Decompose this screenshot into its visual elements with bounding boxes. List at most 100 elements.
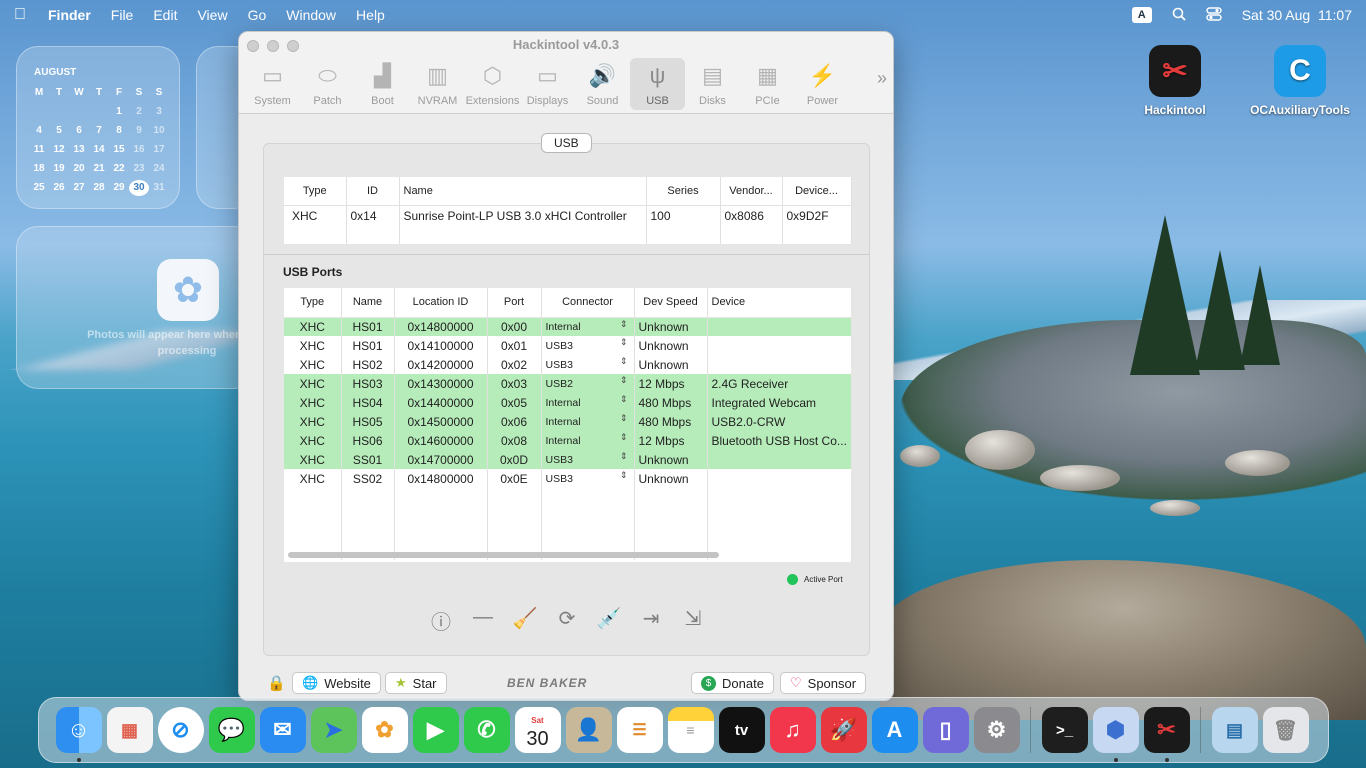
connector-select[interactable]: USB3 ⇕ xyxy=(541,336,635,355)
table-row[interactable]: XHC HS01 0x14800000 0x00 Internal ⇕ Unknown xyxy=(284,317,851,336)
info-icon[interactable]: ⓘ xyxy=(427,606,455,635)
column-header[interactable]: Device... xyxy=(782,177,852,206)
menu-finder[interactable]: Finder xyxy=(48,7,91,23)
horizontal-scrollbar[interactable] xyxy=(288,552,719,558)
import-icon[interactable]: ⇥ xyxy=(637,606,665,635)
column-header[interactable]: Type xyxy=(284,177,347,206)
connector-select[interactable]: Internal ⇕ xyxy=(541,431,635,450)
table-row[interactable]: XHC HS02 0x14200000 0x02 USB3 ⇕ Unknown xyxy=(284,355,851,374)
refresh-icon[interactable]: ⟳ xyxy=(553,606,581,635)
table-row[interactable]: XHC HS01 0x14100000 0x01 USB3 ⇕ Unknown xyxy=(284,336,851,355)
dock-finder[interactable]: ☺ xyxy=(53,705,104,762)
clean-broom-icon[interactable]: 🧹 xyxy=(511,606,539,635)
connector-select[interactable]: USB3 ⇕ xyxy=(541,450,635,469)
dock-reminders[interactable]: ☰ xyxy=(614,705,665,756)
desktop-icon-ocauxiliarytools[interactable]: C OCAuxiliaryTools xyxy=(1240,45,1360,117)
connector-select[interactable]: USB3 ⇕ xyxy=(541,355,635,374)
table-row[interactable]: XHC HS04 0x14400000 0x05 Internal ⇕ 480 Mbps In… xyxy=(284,393,851,412)
dock-trash[interactable]: 🗑 xyxy=(1260,705,1311,756)
tab-boot[interactable]: ▟ Boot xyxy=(355,58,410,110)
menu-help[interactable]: Help xyxy=(356,7,385,23)
table-row[interactable]: XHC 0x14 Sunrise Point-LP USB 3.0 xHCI Con… xyxy=(284,205,852,244)
table-row[interactable]: XHC SS01 0x14700000 0x0D USB3 ⇕ Unknown xyxy=(284,450,851,469)
dock-safari[interactable]: ⊘ xyxy=(155,705,206,756)
table-row[interactable]: XHC HS03 0x14300000 0x03 USB2 ⇕ 12 Mbps 2.4G Re… xyxy=(284,374,851,393)
connector-select[interactable]: USB3 ⇕ xyxy=(541,469,635,488)
usb-ports-table[interactable]: Type Name Location ID Port Connector Dev Spee… xyxy=(284,288,851,560)
table-row[interactable]: XHC SS02 0x14800000 0x0E USB3 ⇕ Unknown xyxy=(284,469,851,488)
dock-messages[interactable]: 💬 xyxy=(206,705,257,756)
desktop-icon-hackintool[interactable]: ✂ Hackintool xyxy=(1115,45,1235,117)
menu-edit[interactable]: Edit xyxy=(153,7,177,23)
tab-extensions[interactable]: ⬡ Extensions xyxy=(465,58,520,110)
tab-pcie[interactable]: ▦ PCIe xyxy=(740,58,795,110)
menu-go[interactable]: Go xyxy=(248,7,267,23)
controllers-table[interactable]: Type ID Name Series Vendor... Device... XHC 0x… xyxy=(284,177,852,244)
tab-displays[interactable]: ▭ Displays xyxy=(520,58,575,110)
input-source-badge[interactable]: A xyxy=(1131,7,1152,23)
control-center-icon[interactable] xyxy=(1206,6,1222,24)
column-header[interactable]: Location ID xyxy=(394,288,488,318)
dock-facetime[interactable]: ▶ xyxy=(410,705,461,756)
website-button[interactable]: 🌐 Website xyxy=(292,672,381,694)
dock-system-settings[interactable]: ⚙ xyxy=(971,705,1022,756)
dock-downloads-stack[interactable]: ▤ xyxy=(1209,705,1260,756)
photos-widget[interactable]: ✿ Photos will appear here when finished … xyxy=(16,226,287,389)
dock-apple-tv[interactable]: tv xyxy=(716,705,767,756)
dock-app-store[interactable]: A xyxy=(869,705,920,756)
connector-select[interactable]: USB2 ⇕ xyxy=(541,374,635,393)
column-header[interactable]: Series xyxy=(646,177,721,206)
spotlight-search-icon[interactable] xyxy=(1172,7,1186,24)
column-header[interactable]: Port xyxy=(487,288,542,318)
apple-menu-icon[interactable]:  xyxy=(14,6,26,24)
dock-opencore-configurator[interactable]: ⬢ xyxy=(1090,705,1141,762)
clock-datetime[interactable]: Sat 30 Aug 11:07 xyxy=(1242,7,1352,23)
column-header[interactable]: Dev Speed xyxy=(634,288,708,318)
column-header[interactable]: Name xyxy=(399,177,647,206)
dock-notes[interactable]: ≡ xyxy=(665,705,716,756)
donate-button[interactable]: $ Donate xyxy=(691,672,774,694)
dock-hackintool[interactable]: ✂ xyxy=(1141,705,1192,762)
dock-terminal[interactable]: >_ xyxy=(1039,705,1090,756)
tab-system[interactable]: ▭ System xyxy=(245,58,300,110)
connector-select[interactable]: Internal ⇕ xyxy=(541,393,635,412)
tab-disks[interactable]: ▤ Disks xyxy=(685,58,740,110)
remove-icon[interactable]: — xyxy=(469,606,497,635)
tab-usb[interactable]: ψ USB xyxy=(630,58,685,110)
dock-rocket-typist[interactable]: 🚀 xyxy=(818,705,869,756)
tab-power[interactable]: ⚡ Power xyxy=(795,58,850,110)
column-header[interactable]: Name xyxy=(341,288,395,318)
dock-photos[interactable]: ✿ xyxy=(359,705,410,756)
calendar-widget[interactable]: AUGUST M T W T F S S 1 2 3 4 5 6 7 8 9 10 11 12 13 14 15 16 17 1… xyxy=(16,46,180,209)
lock-icon[interactable]: 🔒 xyxy=(267,674,286,692)
dock-phone[interactable]: ✆ xyxy=(461,705,512,756)
inject-syringe-icon[interactable]: 💉 xyxy=(595,606,623,635)
usb-ports-table-container[interactable]: Type Name Location ID Port Connector Dev Spee… xyxy=(284,288,851,562)
menu-view[interactable]: View xyxy=(197,7,227,23)
dock-mail[interactable]: ✉ xyxy=(257,705,308,756)
column-header[interactable]: ID xyxy=(346,177,400,206)
table-row[interactable]: XHC HS05 0x14500000 0x06 Internal ⇕ 480 Mbps US… xyxy=(284,412,851,431)
dock-contacts[interactable]: 👤 xyxy=(563,705,614,756)
column-header[interactable]: Vendor... xyxy=(720,177,783,206)
export-icon[interactable]: ⇲ xyxy=(679,606,707,635)
dock-calendar[interactable]: Sat 30 xyxy=(512,705,563,756)
sponsor-button[interactable]: ♡ Sponsor xyxy=(780,672,867,694)
menu-file[interactable]: File xyxy=(111,7,134,23)
column-header[interactable]: Type xyxy=(284,288,342,318)
connector-select[interactable]: Internal ⇕ xyxy=(541,317,635,336)
dock-iphone-mirroring[interactable]: ▯ xyxy=(920,705,971,756)
column-header[interactable]: Device xyxy=(707,288,851,318)
tab-nvram[interactable]: ▥ NVRAM xyxy=(410,58,465,110)
tab-sound[interactable]: 🔊 Sound xyxy=(575,58,630,110)
dock-launchpad[interactable]: ▦ xyxy=(104,705,155,756)
star-button[interactable]: ★ Star xyxy=(385,672,447,694)
toolbar-overflow-chevron-icon[interactable]: » xyxy=(877,68,887,89)
connector-select[interactable]: Internal ⇕ xyxy=(541,412,635,431)
tab-patch[interactable]: ⬭ Patch xyxy=(300,58,355,110)
dock-music[interactable]: ♫ xyxy=(767,705,818,756)
column-header[interactable]: Connector xyxy=(541,288,635,318)
menu-window[interactable]: Window xyxy=(286,7,336,23)
table-row[interactable]: XHC HS06 0x14600000 0x08 Internal ⇕ 12 Mbps Blu… xyxy=(284,431,851,450)
dock-maps[interactable]: ➤ xyxy=(308,705,359,756)
